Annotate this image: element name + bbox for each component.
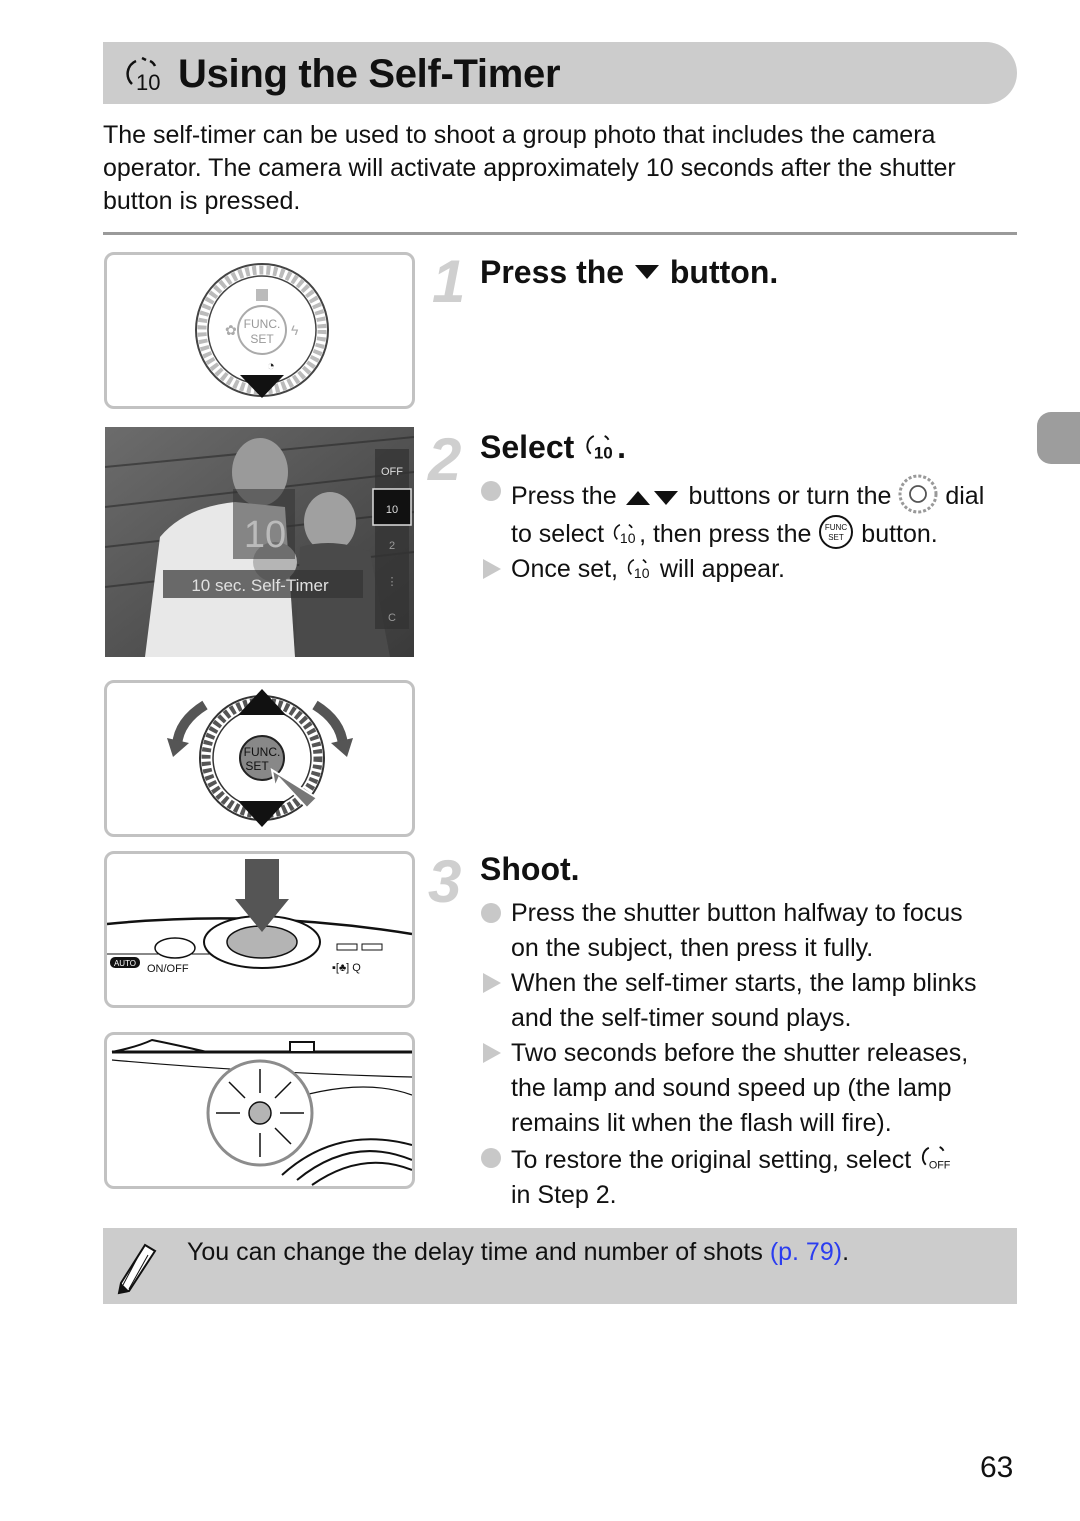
step-2-bullets: Press the buttons or turn the dial to se… [480, 474, 1025, 587]
figure-camera-screen: 10 10 sec. Self-Timer OFF 10 2 ⋮ C [105, 427, 414, 657]
svg-text:10: 10 [620, 530, 636, 546]
up-down-triangles-icon [625, 491, 678, 505]
divider [103, 232, 1017, 235]
self-timer-10-icon: 10 [613, 523, 636, 546]
figure-self-timer-lamp [104, 1032, 415, 1189]
step-3-title: Shoot. [480, 851, 580, 887]
step-2-title-suffix: . [617, 429, 627, 465]
step-1-title-suffix: button. [669, 254, 779, 290]
svg-text:FUNC: FUNC [825, 523, 847, 532]
list-item: Once set, 10 will appear. [480, 552, 1025, 587]
step-number-3: 3 [428, 848, 462, 915]
svg-text:◔: ◔ [267, 358, 275, 373]
svg-text:10: 10 [594, 443, 613, 462]
menu-item-off: OFF [381, 466, 403, 478]
step-2-title: Select 10. [480, 427, 626, 467]
mode-label: 10 sec. Self-Timer [191, 576, 329, 595]
note-text: You can change the delay time and number… [187, 1238, 850, 1266]
svg-text:FUNC.: FUNC. [244, 745, 281, 759]
menu-item-c: C [388, 612, 396, 624]
bullet-arrow-icon [483, 559, 501, 579]
step-3-bullets: Press the shutter button halfway to focu… [480, 896, 1025, 1213]
bullet-dot-icon [481, 1148, 501, 1168]
svg-text:ϟ: ϟ [291, 322, 299, 338]
svg-text:✿: ✿ [225, 322, 237, 338]
figure-shutter-press: AUTO ON/OFF ▪[♣] Q [104, 851, 415, 1008]
func-label: FUNC. [244, 317, 281, 331]
figure-dial-turn: FUNC. SET [104, 680, 415, 837]
svg-text:SET: SET [829, 533, 845, 542]
list-item: Press the buttons or turn the dial to se… [480, 474, 1025, 552]
big-timer-label: 10 [244, 514, 286, 556]
bullet-dot-icon [481, 903, 501, 923]
func-set-button-icon: FUNCSET [819, 515, 854, 549]
svg-text:AUTO: AUTO [114, 959, 136, 968]
svg-text:10: 10 [136, 70, 160, 95]
svg-text:OFF: OFF [929, 1160, 951, 1172]
bullet-arrow-icon [483, 973, 501, 993]
list-item: Press the shutter button halfway to focu… [480, 896, 1025, 966]
page-number: 63 [980, 1451, 1014, 1484]
step-number-1: 1 [432, 248, 466, 315]
svg-text:SET: SET [245, 759, 269, 773]
page-title: Using the Self-Timer [178, 52, 561, 96]
down-triangle-icon [634, 265, 659, 279]
self-timer-10-icon: 10 [126, 56, 160, 95]
pencil-icon [117, 1243, 157, 1295]
figure-control-dial-down: FUNC. SET ✿ ϟ ◔ [104, 252, 415, 409]
step-2-title-text: Select [480, 429, 575, 465]
bullet-dot-icon [481, 481, 501, 501]
control-dial-icon [898, 474, 938, 514]
self-timer-10-icon: 10 [586, 435, 613, 462]
self-timer-10-icon: 10 [627, 558, 650, 581]
list-item: When the self-timer starts, the lamp bli… [480, 966, 1025, 1036]
chapter-tab [1037, 412, 1080, 464]
svg-text:10: 10 [634, 565, 650, 581]
lamp-icon [248, 1101, 272, 1125]
list-item: To restore the original setting, select … [480, 1141, 1025, 1213]
menu-item-2: 2 [389, 540, 395, 552]
menu-item-10: 10 [386, 504, 398, 516]
set-label: SET [250, 332, 274, 346]
svg-text:▪[♣] Q: ▪[♣] Q [332, 962, 361, 974]
step-1-title: Press the button. [480, 252, 778, 292]
step-number-2: 2 [428, 426, 462, 493]
svg-text:ON/OFF: ON/OFF [147, 963, 189, 975]
self-timer-off-icon: OFF [922, 1146, 951, 1172]
bullet-arrow-icon [483, 1043, 501, 1063]
step-1-title-text: Press the [480, 254, 625, 290]
page-79-link[interactable]: (p. 79) [770, 1238, 842, 1266]
list-item: Two seconds before the shutter releases,… [480, 1036, 1025, 1141]
intro-paragraph: The self-timer can be used to shoot a gr… [103, 121, 956, 215]
menu-item-custom: ⋮ [387, 576, 398, 588]
